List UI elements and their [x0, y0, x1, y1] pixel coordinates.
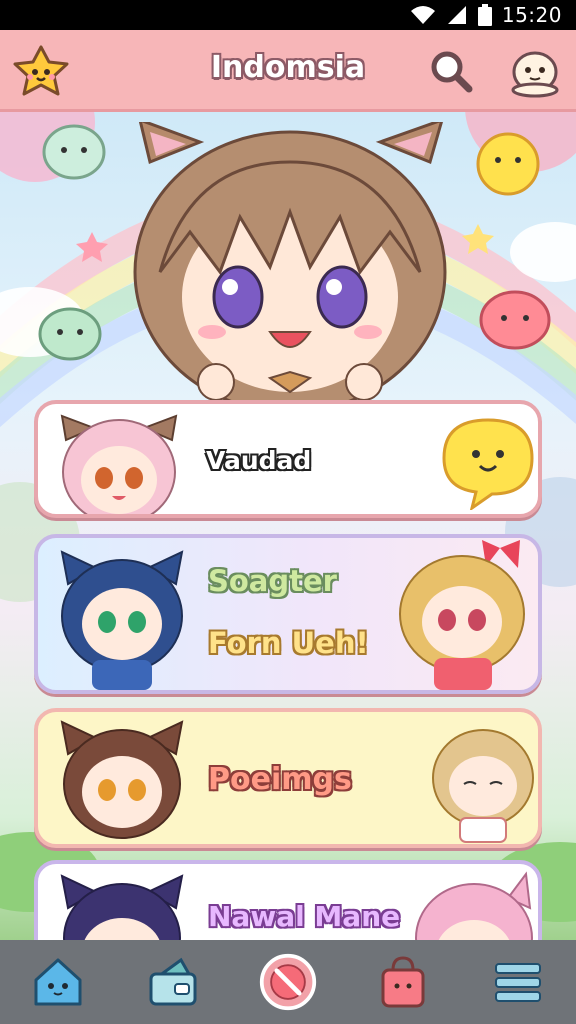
- pink-axolotl-mascot: [479, 290, 551, 350]
- card-2-label-b: Forn Ueh!: [208, 626, 369, 660]
- mascot-profile-icon[interactable]: [508, 44, 562, 98]
- nav-home[interactable]: [28, 952, 88, 1012]
- blonde-bow-girl-avatar: [399, 540, 525, 690]
- character-card-1[interactable]: Vaudad: [34, 400, 542, 518]
- nav-center[interactable]: [258, 952, 318, 1012]
- green-bubble-mascot: [42, 124, 106, 180]
- card-2-label-a: Soagter: [208, 564, 337, 598]
- status-bar: 15:20: [0, 0, 576, 30]
- nav-shop[interactable]: [373, 952, 433, 1012]
- yellow-speech-mascot: [442, 418, 534, 510]
- hero-character: [133, 122, 447, 402]
- brown-cat-girl-avatar: [60, 720, 184, 839]
- card-4-label: Nawal Mane: [208, 900, 401, 933]
- pink-cat-girl-avatar: [60, 414, 178, 514]
- status-time: 15:20: [501, 3, 562, 27]
- nav-menu[interactable]: [488, 952, 548, 1012]
- no-entry-icon: [259, 953, 317, 1011]
- character-card-3[interactable]: Poeimgs: [34, 708, 542, 848]
- blue-cat-girl-avatar: [60, 550, 184, 690]
- yellow-sun-mascot: [476, 132, 540, 196]
- app-title: Indomsia: [210, 50, 366, 85]
- app-bar: Indomsia: [0, 30, 576, 112]
- battery-icon: [477, 4, 492, 26]
- blonde-girl-avatar: [432, 729, 534, 843]
- signal-icon: [447, 6, 466, 24]
- wifi-icon: [410, 6, 435, 24]
- shopping-bag-icon: [381, 956, 425, 1008]
- card-1-label: Vaudad: [206, 446, 312, 475]
- character-card-2[interactable]: Soagter Forn Ueh!: [34, 534, 542, 694]
- wallet-icon: [149, 957, 197, 1006]
- menu-icon: [495, 963, 542, 1002]
- mascot-home-icon: [34, 958, 82, 1006]
- nav-wallet[interactable]: [143, 952, 203, 1012]
- card-3-label: Poeimgs: [208, 762, 352, 797]
- bottom-nav: [0, 940, 576, 1024]
- mint-bear-mascot: [38, 307, 102, 361]
- search-icon[interactable]: [428, 48, 474, 94]
